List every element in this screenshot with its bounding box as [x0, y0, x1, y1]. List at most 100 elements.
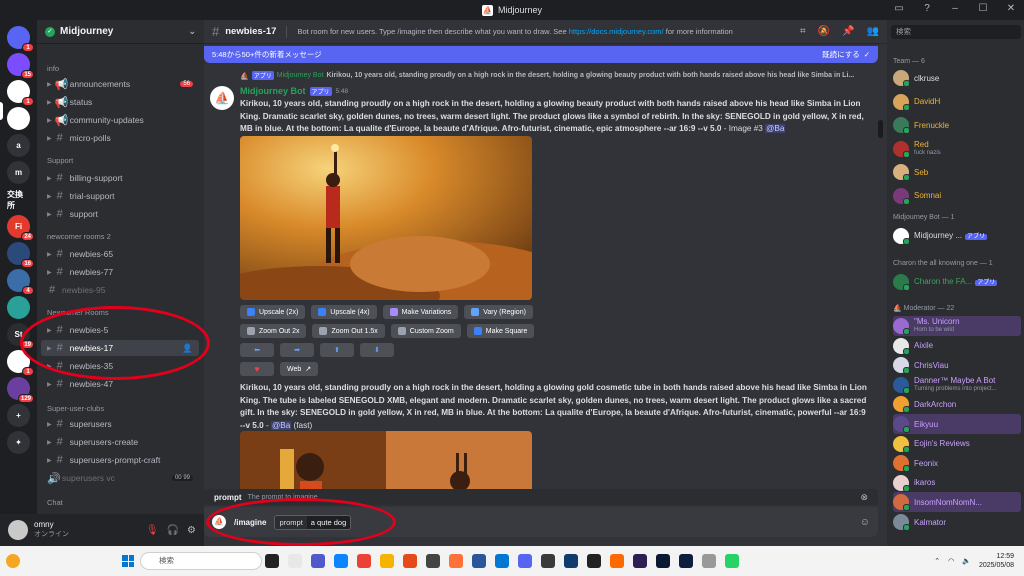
channel-superusers-prompt-craft[interactable]: ▶ # superusers-prompt-craft — [41, 452, 199, 468]
member-row[interactable]: DarkArchon — [893, 394, 1021, 414]
member-row[interactable]: clkruse — [893, 68, 1021, 88]
server-header[interactable]: ✓ Midjourney ⌄ — [37, 20, 204, 44]
clock[interactable]: 12:59 2025/05/08 — [979, 552, 1014, 570]
web-link-button[interactable]: Web ↗ — [280, 362, 319, 376]
vary-region-button[interactable]: Vary (Region) — [464, 305, 533, 319]
bot-name[interactable]: Midjourney Bot — [240, 86, 306, 96]
channel-newbies-65[interactable]: ▶ # newbies-65 — [41, 246, 199, 262]
upscale-4x-button[interactable]: Upscale (4x) — [311, 305, 377, 319]
generated-image[interactable] — [240, 136, 532, 300]
taskbar-app-icon[interactable] — [288, 554, 302, 568]
close-button[interactable]: ✕ — [1004, 3, 1018, 14]
category-super-user-clubs[interactable]: Super-user-clubs — [47, 404, 104, 413]
server-icon[interactable]: 129 — [7, 377, 34, 403]
taskbar-app-icon[interactable] — [495, 554, 509, 568]
start-button[interactable] — [122, 555, 134, 567]
member-row[interactable]: Seb — [893, 162, 1021, 182]
taskbar-app-icon[interactable] — [472, 554, 486, 568]
channel-announcements[interactable]: ▶ 📢 announcements 56 — [41, 76, 199, 92]
channel-status[interactable]: ▶ 📢 status — [41, 94, 199, 110]
channel-trial-support[interactable]: ▶ # trial-support — [41, 188, 199, 204]
member-row[interactable]: InsomNomNomN... — [893, 492, 1021, 513]
channel-newbies-77[interactable]: ▶ # newbies-77 — [41, 264, 199, 280]
bell-icon[interactable]: 🔕 — [818, 26, 830, 37]
reply-preview[interactable]: ⛵ アプリ Midjourney Bot Kirikou, 10 years o… — [240, 71, 860, 80]
taskbar-app-icon[interactable] — [403, 554, 417, 568]
taskbar-app-icon[interactable] — [311, 554, 325, 568]
channel-superusers-vc[interactable]: 🔊 superusers vc 00 99 — [41, 470, 199, 486]
channel-community-updates[interactable]: ▶ 📢 community-updates — [41, 112, 199, 128]
search-input[interactable]: 検索 — [891, 25, 1021, 39]
taskbar-app-icon[interactable] — [426, 554, 440, 568]
volume-icon[interactable]: 🔈 — [962, 557, 971, 565]
channel-superusers-create[interactable]: ▶ # superusers-create — [41, 434, 199, 450]
member-row[interactable]: Aixile — [893, 336, 1021, 356]
mic-muted-icon[interactable]: 🎙 — [146, 525, 159, 536]
category-newcomer-rooms-2[interactable]: newcomer rooms 2 — [47, 232, 111, 241]
make-square-button[interactable]: Make Square — [466, 324, 535, 338]
close-icon[interactable]: ⊗ — [860, 492, 868, 503]
taskbar-app-icon[interactable] — [725, 554, 739, 568]
mark-read-button[interactable]: 既読にする ✓ — [822, 49, 870, 60]
member-row[interactable]: Feonix — [893, 453, 1021, 473]
discord-icon[interactable]: 1 — [7, 26, 34, 52]
taskbar-app-icon[interactable] — [587, 554, 601, 568]
wifi-icon[interactable]: ◠ — [948, 557, 954, 565]
members-icon[interactable]: 👥 — [867, 26, 879, 37]
member-row[interactable]: "Ms. Unicorn Horn to be wild — [893, 316, 1021, 336]
member-charon[interactable]: Charon the FA... アプリ — [893, 272, 1021, 292]
topic-link[interactable]: https://docs.midjourney.com/ — [569, 27, 664, 36]
channel-newbies-95[interactable]: # newbies-95 — [41, 282, 199, 298]
taskbar-app-icon[interactable] — [357, 554, 371, 568]
compass-icon[interactable]: ✦ — [7, 431, 30, 454]
taskbar-app-icon[interactable] — [679, 554, 693, 568]
server-icon[interactable]: Fi 24 — [7, 215, 34, 241]
taskbar-app-icon[interactable] — [380, 554, 394, 568]
member-row[interactable]: Danner™ Maybe A Bot Turning problems into… — [893, 375, 1021, 395]
taskbar-app-icon[interactable] — [564, 554, 578, 568]
member-row[interactable]: Red fuck nazis — [893, 139, 1021, 159]
taskbar-app-icon[interactable] — [265, 554, 279, 568]
server-icon[interactable] — [7, 296, 30, 319]
pan-down-button[interactable]: ⬇ — [360, 343, 394, 357]
taskbar-search[interactable]: 検索 — [140, 552, 262, 570]
avatar[interactable] — [8, 520, 28, 540]
pan-right-button[interactable]: ➡ — [280, 343, 314, 357]
server-icon[interactable]: 16 — [7, 242, 34, 268]
favorite-button[interactable]: ♥ — [240, 362, 274, 376]
taskbar-app-icon[interactable] — [541, 554, 555, 568]
member-row[interactable]: DavidH — [893, 92, 1021, 112]
weather-icon[interactable] — [6, 554, 20, 568]
server-icon[interactable]: m — [7, 161, 30, 184]
taskbar-app-icon[interactable] — [334, 554, 348, 568]
taskbar-app-icon[interactable] — [610, 554, 624, 568]
member-row[interactable]: Kalmator — [893, 512, 1021, 532]
server-icon[interactable] — [7, 107, 30, 130]
server-icon[interactable]: 交換所 — [7, 188, 30, 211]
inbox-icon[interactable]: ▭ — [892, 3, 906, 14]
zoom-out-2x-button[interactable]: Zoom Out 2x — [240, 324, 307, 338]
midjourney-icon[interactable]: 1 — [7, 80, 34, 106]
chevron-up-icon[interactable]: ⌃ — [934, 557, 940, 565]
server-icon[interactable]: a — [7, 134, 30, 157]
headphones-icon[interactable]: 🎧 — [167, 525, 179, 536]
user-mention[interactable]: @Ba — [765, 124, 786, 133]
category-chat[interactable]: Chat — [47, 498, 63, 507]
member-midjourney-bot[interactable]: Midjourney ... アプリ — [893, 226, 1021, 246]
zoom-out-1-5x-button[interactable]: Zoom Out 1.5x — [312, 324, 385, 338]
scrollbar[interactable] — [878, 120, 883, 138]
minimize-button[interactable]: – — [948, 3, 962, 14]
member-row[interactable]: Eojin's Reviews — [893, 434, 1021, 454]
category-info[interactable]: info — [47, 64, 59, 73]
pan-left-button[interactable]: ⬅ — [240, 343, 274, 357]
taskbar-app-icon[interactable] — [656, 554, 670, 568]
add-server-icon[interactable]: + — [7, 404, 30, 427]
member-row[interactable]: ikaros — [893, 473, 1021, 493]
bot-avatar[interactable]: ⛵ — [210, 86, 234, 110]
taskbar-app-icon[interactable] — [518, 554, 532, 568]
taskbar-app-icon[interactable] — [633, 554, 647, 568]
channel-micro-polls[interactable]: ▶ # micro-polls — [41, 130, 199, 146]
pin-icon[interactable]: 📌 — [842, 26, 854, 37]
new-messages-bar[interactable]: 5:48から50+件の新着メッセージ 既読にする ✓ — [204, 46, 878, 63]
channel-topic[interactable]: Bot room for new users. Type /imagine th… — [297, 27, 732, 36]
